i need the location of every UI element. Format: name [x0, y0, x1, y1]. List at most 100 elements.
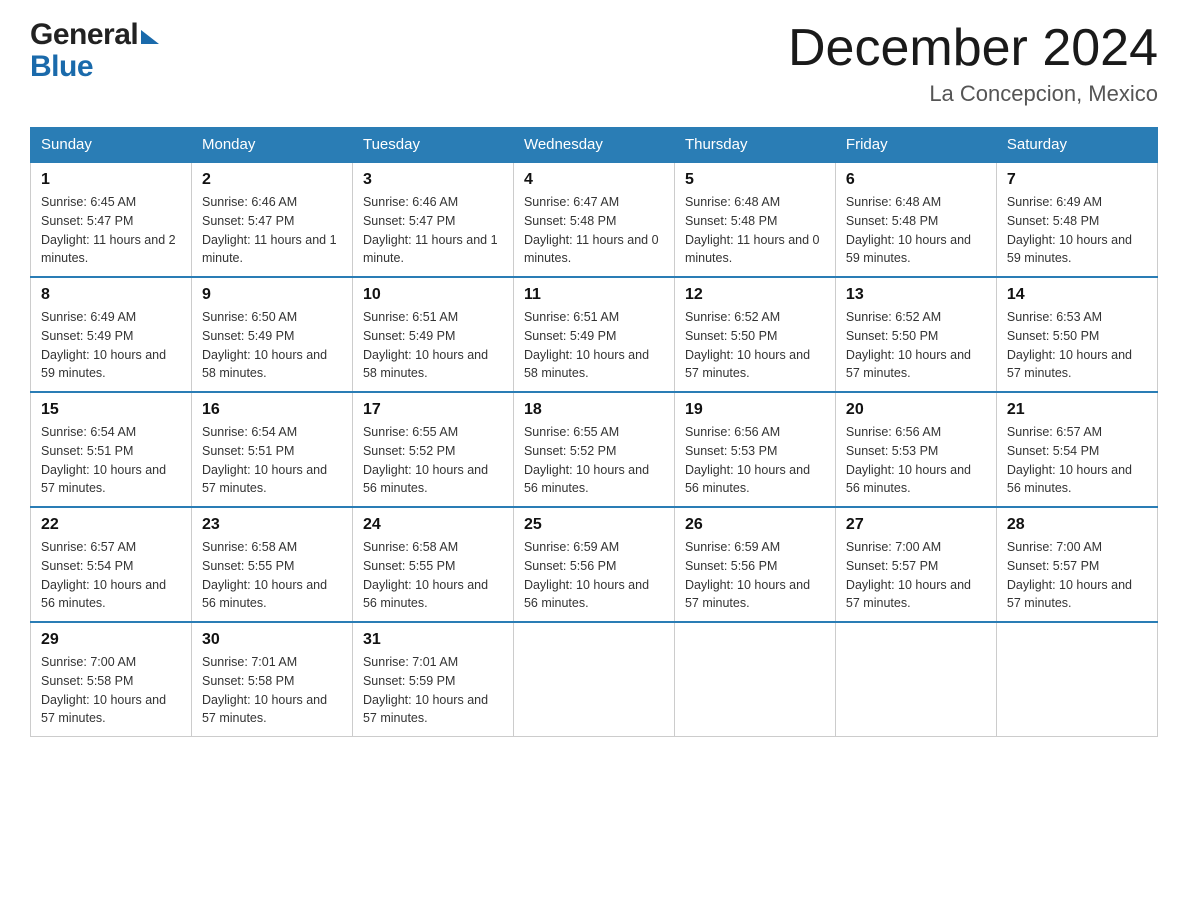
- day-number: 17: [363, 401, 503, 419]
- calendar-cell: 31 Sunrise: 7:01 AM Sunset: 5:59 PM Dayl…: [352, 622, 513, 737]
- day-number: 19: [685, 401, 825, 419]
- calendar-cell: 21 Sunrise: 6:57 AM Sunset: 5:54 PM Dayl…: [996, 392, 1157, 507]
- day-number: 2: [202, 171, 342, 189]
- calendar-cell: 17 Sunrise: 6:55 AM Sunset: 5:52 PM Dayl…: [352, 392, 513, 507]
- day-info: Sunrise: 6:49 AM Sunset: 5:49 PM Dayligh…: [41, 308, 181, 383]
- day-info: Sunrise: 7:00 AM Sunset: 5:57 PM Dayligh…: [846, 538, 986, 613]
- day-info: Sunrise: 7:01 AM Sunset: 5:58 PM Dayligh…: [202, 653, 342, 728]
- day-info: Sunrise: 6:46 AM Sunset: 5:47 PM Dayligh…: [363, 193, 503, 268]
- logo-general-text: General: [30, 20, 138, 50]
- calendar-cell: 29 Sunrise: 7:00 AM Sunset: 5:58 PM Dayl…: [31, 622, 192, 737]
- day-number: 26: [685, 516, 825, 534]
- day-number: 13: [846, 286, 986, 304]
- calendar-cell: [513, 622, 674, 737]
- calendar-cell: 2 Sunrise: 6:46 AM Sunset: 5:47 PM Dayli…: [191, 162, 352, 277]
- location-title: La Concepcion, Mexico: [788, 81, 1158, 107]
- day-info: Sunrise: 6:55 AM Sunset: 5:52 PM Dayligh…: [363, 423, 503, 498]
- calendar-cell: 18 Sunrise: 6:55 AM Sunset: 5:52 PM Dayl…: [513, 392, 674, 507]
- day-info: Sunrise: 6:51 AM Sunset: 5:49 PM Dayligh…: [363, 308, 503, 383]
- calendar-cell: 6 Sunrise: 6:48 AM Sunset: 5:48 PM Dayli…: [835, 162, 996, 277]
- calendar-cell: 30 Sunrise: 7:01 AM Sunset: 5:58 PM Dayl…: [191, 622, 352, 737]
- logo-arrow-icon: [141, 30, 159, 44]
- day-number: 30: [202, 631, 342, 649]
- day-info: Sunrise: 6:59 AM Sunset: 5:56 PM Dayligh…: [685, 538, 825, 613]
- calendar-cell: 13 Sunrise: 6:52 AM Sunset: 5:50 PM Dayl…: [835, 277, 996, 392]
- calendar-cell: 8 Sunrise: 6:49 AM Sunset: 5:49 PM Dayli…: [31, 277, 192, 392]
- week-row-5: 29 Sunrise: 7:00 AM Sunset: 5:58 PM Dayl…: [31, 622, 1158, 737]
- calendar-cell: 3 Sunrise: 6:46 AM Sunset: 5:47 PM Dayli…: [352, 162, 513, 277]
- calendar-cell: 15 Sunrise: 6:54 AM Sunset: 5:51 PM Dayl…: [31, 392, 192, 507]
- day-info: Sunrise: 6:50 AM Sunset: 5:49 PM Dayligh…: [202, 308, 342, 383]
- day-number: 7: [1007, 171, 1147, 189]
- week-row-3: 15 Sunrise: 6:54 AM Sunset: 5:51 PM Dayl…: [31, 392, 1158, 507]
- calendar-cell: 16 Sunrise: 6:54 AM Sunset: 5:51 PM Dayl…: [191, 392, 352, 507]
- day-number: 31: [363, 631, 503, 649]
- day-number: 10: [363, 286, 503, 304]
- day-number: 1: [41, 171, 181, 189]
- day-number: 27: [846, 516, 986, 534]
- calendar-cell: 1 Sunrise: 6:45 AM Sunset: 5:47 PM Dayli…: [31, 162, 192, 277]
- day-number: 21: [1007, 401, 1147, 419]
- calendar-cell: 25 Sunrise: 6:59 AM Sunset: 5:56 PM Dayl…: [513, 507, 674, 622]
- day-info: Sunrise: 6:58 AM Sunset: 5:55 PM Dayligh…: [202, 538, 342, 613]
- logo: General Blue: [30, 20, 159, 84]
- month-title: December 2024: [788, 20, 1158, 77]
- weekday-header-saturday: Saturday: [996, 128, 1157, 163]
- day-number: 6: [846, 171, 986, 189]
- day-info: Sunrise: 6:52 AM Sunset: 5:50 PM Dayligh…: [846, 308, 986, 383]
- day-number: 12: [685, 286, 825, 304]
- day-info: Sunrise: 7:01 AM Sunset: 5:59 PM Dayligh…: [363, 653, 503, 728]
- day-info: Sunrise: 6:56 AM Sunset: 5:53 PM Dayligh…: [685, 423, 825, 498]
- day-info: Sunrise: 6:48 AM Sunset: 5:48 PM Dayligh…: [846, 193, 986, 268]
- page-header: General Blue December 2024 La Concepcion…: [30, 20, 1158, 107]
- day-number: 24: [363, 516, 503, 534]
- day-number: 28: [1007, 516, 1147, 534]
- day-info: Sunrise: 6:55 AM Sunset: 5:52 PM Dayligh…: [524, 423, 664, 498]
- day-info: Sunrise: 6:45 AM Sunset: 5:47 PM Dayligh…: [41, 193, 181, 268]
- day-info: Sunrise: 6:59 AM Sunset: 5:56 PM Dayligh…: [524, 538, 664, 613]
- logo-blue-text: Blue: [30, 50, 93, 83]
- day-number: 22: [41, 516, 181, 534]
- day-info: Sunrise: 6:57 AM Sunset: 5:54 PM Dayligh…: [41, 538, 181, 613]
- calendar-cell: [674, 622, 835, 737]
- weekday-header-sunday: Sunday: [31, 128, 192, 163]
- day-info: Sunrise: 6:52 AM Sunset: 5:50 PM Dayligh…: [685, 308, 825, 383]
- weekday-header-row: SundayMondayTuesdayWednesdayThursdayFrid…: [31, 128, 1158, 163]
- calendar-table: SundayMondayTuesdayWednesdayThursdayFrid…: [30, 127, 1158, 737]
- day-info: Sunrise: 7:00 AM Sunset: 5:57 PM Dayligh…: [1007, 538, 1147, 613]
- day-number: 16: [202, 401, 342, 419]
- day-number: 20: [846, 401, 986, 419]
- calendar-cell: 14 Sunrise: 6:53 AM Sunset: 5:50 PM Dayl…: [996, 277, 1157, 392]
- day-info: Sunrise: 6:47 AM Sunset: 5:48 PM Dayligh…: [524, 193, 664, 268]
- day-info: Sunrise: 6:49 AM Sunset: 5:48 PM Dayligh…: [1007, 193, 1147, 268]
- day-info: Sunrise: 6:54 AM Sunset: 5:51 PM Dayligh…: [41, 423, 181, 498]
- calendar-cell: [996, 622, 1157, 737]
- calendar-cell: 9 Sunrise: 6:50 AM Sunset: 5:49 PM Dayli…: [191, 277, 352, 392]
- calendar-cell: 27 Sunrise: 7:00 AM Sunset: 5:57 PM Dayl…: [835, 507, 996, 622]
- day-number: 14: [1007, 286, 1147, 304]
- day-number: 9: [202, 286, 342, 304]
- day-number: 23: [202, 516, 342, 534]
- day-info: Sunrise: 6:46 AM Sunset: 5:47 PM Dayligh…: [202, 193, 342, 268]
- weekday-header-friday: Friday: [835, 128, 996, 163]
- day-info: Sunrise: 6:57 AM Sunset: 5:54 PM Dayligh…: [1007, 423, 1147, 498]
- calendar-cell: [835, 622, 996, 737]
- day-info: Sunrise: 7:00 AM Sunset: 5:58 PM Dayligh…: [41, 653, 181, 728]
- calendar-cell: 26 Sunrise: 6:59 AM Sunset: 5:56 PM Dayl…: [674, 507, 835, 622]
- day-info: Sunrise: 6:56 AM Sunset: 5:53 PM Dayligh…: [846, 423, 986, 498]
- week-row-1: 1 Sunrise: 6:45 AM Sunset: 5:47 PM Dayli…: [31, 162, 1158, 277]
- week-row-4: 22 Sunrise: 6:57 AM Sunset: 5:54 PM Dayl…: [31, 507, 1158, 622]
- day-number: 8: [41, 286, 181, 304]
- day-number: 3: [363, 171, 503, 189]
- day-number: 18: [524, 401, 664, 419]
- day-number: 15: [41, 401, 181, 419]
- day-number: 11: [524, 286, 664, 304]
- day-number: 25: [524, 516, 664, 534]
- calendar-cell: 23 Sunrise: 6:58 AM Sunset: 5:55 PM Dayl…: [191, 507, 352, 622]
- calendar-cell: 20 Sunrise: 6:56 AM Sunset: 5:53 PM Dayl…: [835, 392, 996, 507]
- weekday-header-monday: Monday: [191, 128, 352, 163]
- day-info: Sunrise: 6:48 AM Sunset: 5:48 PM Dayligh…: [685, 193, 825, 268]
- day-info: Sunrise: 6:51 AM Sunset: 5:49 PM Dayligh…: [524, 308, 664, 383]
- calendar-cell: 24 Sunrise: 6:58 AM Sunset: 5:55 PM Dayl…: [352, 507, 513, 622]
- day-info: Sunrise: 6:53 AM Sunset: 5:50 PM Dayligh…: [1007, 308, 1147, 383]
